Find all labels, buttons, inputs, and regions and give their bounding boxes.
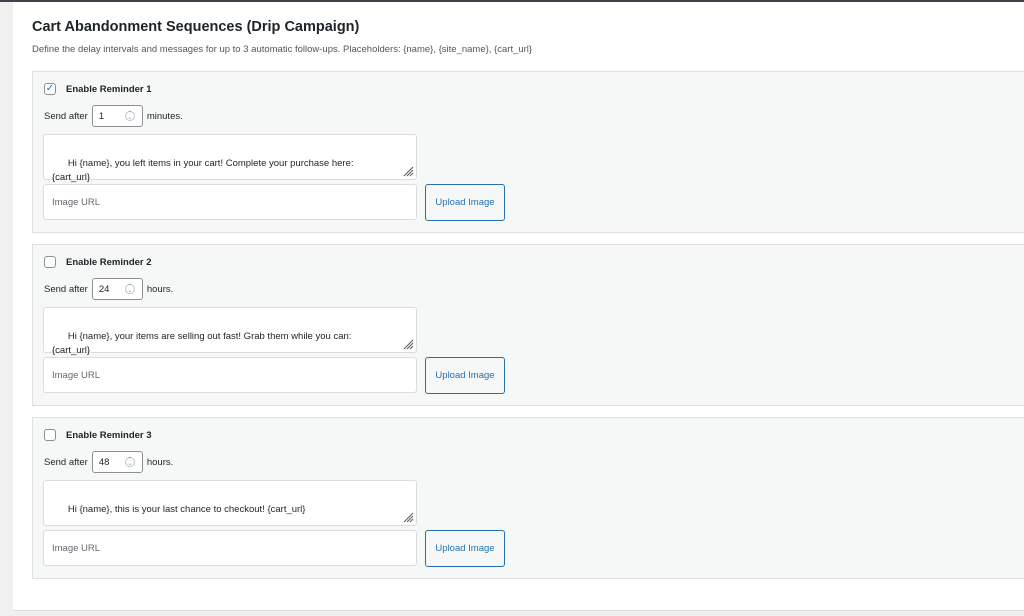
image-url-placeholder: Image URL: [52, 196, 101, 208]
spinner-icon[interactable]: ⌃ ⌄: [124, 111, 135, 121]
enable-reminder-2-checkbox[interactable]: [44, 256, 56, 268]
spinner-icon[interactable]: ⌃ ⌄: [124, 284, 135, 294]
message-text: Hi {name}, you left items in your cart! …: [52, 158, 354, 183]
enable-reminder-2-row: Enable Reminder 2: [44, 255, 152, 269]
delay-unit-label: hours.: [146, 456, 174, 468]
message-textarea-1[interactable]: Hi {name}, you left items in your cart! …: [43, 134, 417, 183]
delay-input-1[interactable]: 1 ⌃ ⌄: [91, 105, 143, 127]
enable-reminder-1-label: Enable Reminder 1: [66, 83, 152, 95]
checkmark-icon: ✓: [45, 83, 55, 94]
enable-reminder-1-row: ✓ Enable Reminder 1: [44, 82, 152, 96]
send-after-label: Send after: [44, 110, 88, 122]
message-textarea-3[interactable]: Hi {name}, this is your last chance to c…: [43, 480, 417, 526]
spinner-icon[interactable]: ⌃ ⌄: [124, 457, 135, 467]
message-text: Hi {name}, this is your last chance to c…: [67, 504, 306, 515]
delay-value: 1: [98, 110, 105, 122]
reminder-3-block: Enable Reminder 3 Send after 48 ⌃ ⌄ hours…: [32, 417, 1024, 579]
image-url-input-2[interactable]: Image URL: [43, 357, 417, 393]
resize-handle-icon[interactable]: [402, 165, 414, 177]
left-edge: [0, 2, 13, 616]
upload-image-button-1[interactable]: Upload Image: [425, 184, 505, 221]
image-url-placeholder: Image URL: [52, 542, 101, 554]
send-after-row-3: Send after 48 ⌃ ⌄ hours.: [44, 451, 173, 473]
section-title: Cart Abandonment Sequences (Drip Campaig…: [32, 19, 360, 35]
image-url-input-1[interactable]: Image URL: [43, 184, 417, 220]
send-after-row-1: Send after 1 ⌃ ⌄ minutes.: [44, 105, 183, 127]
upload-image-button-2[interactable]: Upload Image: [425, 357, 505, 394]
delay-input-3[interactable]: 48 ⌃ ⌄: [91, 451, 143, 473]
send-after-row-2: Send after 24 ⌃ ⌄ hours.: [44, 278, 173, 300]
enable-reminder-2-label: Enable Reminder 2: [66, 256, 152, 268]
message-text: Hi {name}, your items are selling out fa…: [52, 331, 352, 356]
message-textarea-2[interactable]: Hi {name}, your items are selling out fa…: [43, 307, 417, 356]
delay-value: 24: [98, 283, 110, 295]
resize-handle-icon[interactable]: [402, 511, 414, 523]
image-url-placeholder: Image URL: [52, 369, 101, 381]
section-description: Define the delay intervals and messages …: [32, 44, 533, 55]
upload-image-button-3[interactable]: Upload Image: [425, 530, 505, 567]
delay-unit-label: minutes.: [146, 110, 183, 122]
send-after-label: Send after: [44, 456, 88, 468]
resize-handle-icon[interactable]: [402, 338, 414, 350]
reminder-1-block: ✓ Enable Reminder 1 Send after 1 ⌃ ⌄ minu…: [32, 71, 1024, 233]
image-url-input-3[interactable]: Image URL: [43, 530, 417, 566]
delay-value: 48: [98, 456, 110, 468]
drip-campaign-panel: Cart Abandonment Sequences (Drip Campaig…: [13, 2, 1024, 611]
reminder-2-block: Enable Reminder 2 Send after 24 ⌃ ⌄ hours…: [32, 244, 1024, 406]
delay-input-2[interactable]: 24 ⌃ ⌄: [91, 278, 143, 300]
enable-reminder-1-checkbox[interactable]: ✓: [44, 83, 56, 95]
enable-reminder-3-row: Enable Reminder 3: [44, 428, 152, 442]
send-after-label: Send after: [44, 283, 88, 295]
enable-reminder-3-label: Enable Reminder 3: [66, 429, 152, 441]
enable-reminder-3-checkbox[interactable]: [44, 429, 56, 441]
delay-unit-label: hours.: [146, 283, 174, 295]
